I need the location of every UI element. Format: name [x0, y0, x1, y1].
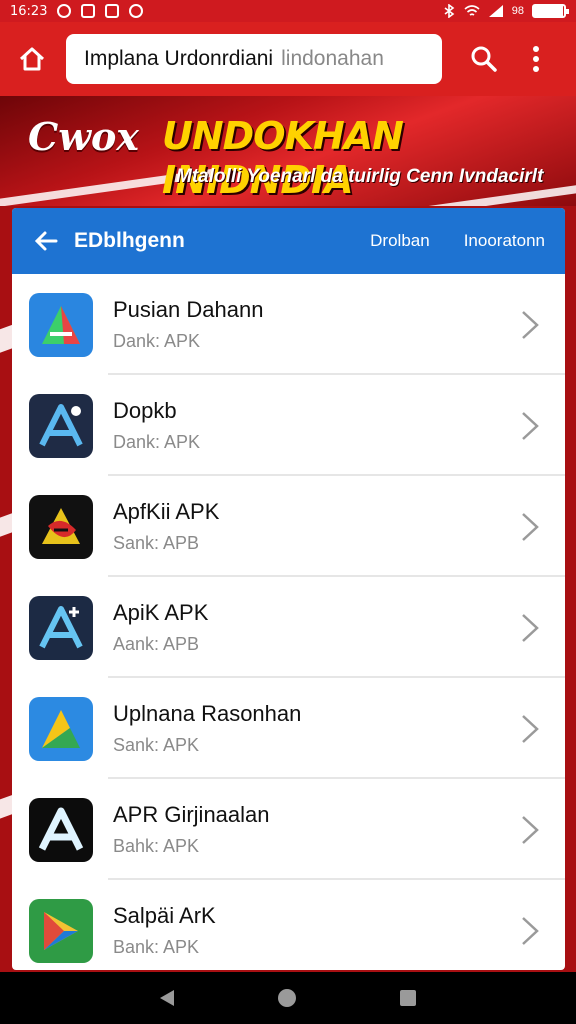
nav-back-icon[interactable] [160, 990, 174, 1006]
list-item[interactable]: APR Girjinaalan Bahk: APK [12, 779, 565, 880]
app-name: Pusian Dahann [113, 297, 264, 322]
app-subtitle: Sank: APB [113, 533, 200, 553]
app-text: APR Girjinaalan Bahk: APK [113, 802, 270, 857]
home-button[interactable] [12, 39, 52, 79]
app-text: Pusian Dahann Dank: APK [113, 297, 263, 352]
wifi-icon [464, 5, 480, 16]
battery-icon [532, 4, 569, 18]
list-item[interactable]: Uplnana Rasonhan Sank: APK [12, 678, 565, 779]
url-hint: lindonahan [281, 47, 384, 70]
battery-text: 98 [511, 5, 524, 17]
app-name: Salpäi ArK [113, 903, 216, 928]
a-logo-black-icon [29, 797, 93, 862]
panel-header: EDblhgenn Drolban Inooratonn [12, 208, 565, 274]
status-bar: 16:23 98 [0, 0, 576, 22]
download-icon [105, 4, 120, 18]
app-text: Salpäi ArK Bank: APK [113, 903, 216, 958]
app-subtitle: Bahk: APK [113, 836, 200, 856]
photo-icon [81, 4, 96, 18]
play-triangle-icon [29, 292, 93, 357]
promo-banner: Cwox UNDOKHAN INIDNDIA Mtalolli Yoenarl … [0, 96, 576, 206]
search-button[interactable] [464, 39, 504, 79]
app-subtitle: Dank: APK [113, 432, 201, 452]
more-vert-icon [533, 46, 539, 72]
chevron-right-icon [522, 815, 539, 844]
app-subtitle: Bank: APK [113, 937, 200, 957]
list-item[interactable]: Dopkb Dank: APK [12, 375, 565, 476]
url-text: Implana Urdonrdiani [84, 47, 274, 70]
app-list-panel: EDblhgenn Drolban Inooratonn Pusian Daha… [12, 208, 565, 970]
back-arrow-icon[interactable] [32, 226, 62, 256]
home-icon [19, 47, 45, 71]
a-logo-blue-icon [29, 393, 93, 458]
chevron-right-icon [522, 411, 539, 440]
banner-logo: Cwox [28, 114, 139, 159]
app-subtitle: Aank: APB [113, 634, 200, 654]
app-name: ApfKii APK [113, 499, 220, 524]
chevron-right-icon [522, 916, 539, 945]
list-item[interactable]: ApfKii APK Sank: APB [12, 476, 565, 577]
a-logo-yellow-icon [29, 494, 93, 559]
tab-download[interactable]: Drolban [370, 231, 430, 251]
a-logo-plus-icon [29, 595, 93, 660]
url-input[interactable]: Implana Urdonrdiani lindonahan [66, 34, 442, 84]
nav-home-icon[interactable] [278, 989, 296, 1007]
status-time: 16:23 [10, 3, 48, 19]
app-name: Dopkb [113, 398, 177, 423]
tab-information[interactable]: Inooratonn [464, 231, 545, 251]
play-store-icon [29, 898, 93, 963]
list-item[interactable]: ApiK APK Aank: APB [12, 577, 565, 678]
notification-icon [57, 4, 72, 18]
banner-title: UNDOKHAN INIDNDIA [162, 114, 404, 202]
app-subtitle: Dank: APK [113, 331, 201, 351]
signal-icon [488, 5, 503, 17]
app-subtitle: Sank: APK [113, 735, 200, 755]
nav-recents-icon[interactable] [400, 990, 416, 1006]
status-right-icons: 98 [442, 4, 569, 18]
triangle-multicolor-icon [29, 696, 93, 761]
bluetooth-icon [444, 4, 455, 18]
sync-icon [129, 4, 144, 18]
chevron-right-icon [522, 512, 539, 541]
search-icon [471, 46, 497, 72]
app-text: ApfKii APK Sank: APB [113, 499, 219, 554]
app-text: Uplnana Rasonhan Sank: APK [113, 701, 301, 756]
chevron-right-icon [522, 714, 539, 743]
list-item[interactable]: Pusian Dahann Dank: APK [12, 274, 565, 375]
chevron-right-icon [522, 310, 539, 339]
app-text: Dopkb Dank: APK [113, 398, 200, 453]
app-name: ApiK APK [113, 600, 209, 625]
panel-title: EDblhgenn [74, 229, 185, 252]
app-name: Uplnana Rasonhan [113, 701, 302, 726]
chevron-right-icon [522, 613, 539, 642]
status-left-icons [57, 4, 144, 18]
browser-toolbar: Implana Urdonrdiani lindonahan [0, 22, 576, 96]
app-name: APR Girjinaalan [113, 802, 270, 827]
app-text: ApiK APK Aank: APB [113, 600, 208, 655]
banner-subtitle: Mtalolli Yoenarl da tuirlig Cenn Ivndaci… [176, 166, 544, 187]
overflow-menu-button[interactable] [516, 39, 556, 79]
system-nav-bar [0, 972, 576, 1024]
list-item[interactable]: Salpäi ArK Bank: APK [12, 880, 565, 970]
